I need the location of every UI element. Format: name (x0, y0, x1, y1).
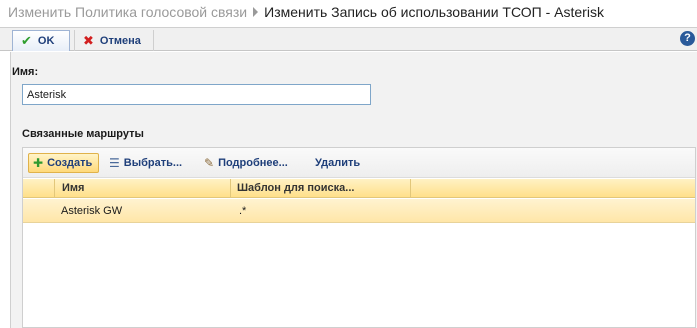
empty-column-header (410, 179, 695, 198)
page-title: Изменить Запись об использовании ТСОП - … (264, 4, 604, 20)
table-row[interactable]: Asterisk GW .* (23, 199, 695, 223)
close-icon: ✖ (83, 32, 94, 48)
name-input[interactable] (22, 84, 371, 105)
delete-label: Удалить (315, 157, 361, 169)
plus-icon: ✚ (33, 156, 44, 170)
route-name-cell: Asterisk GW (61, 205, 123, 217)
routes-toolbar: ✚ Создать ☰ Выбрать... ✎ Подробнее... Уд… (23, 148, 695, 178)
column-header-name[interactable]: Имя (54, 179, 230, 198)
details-label: Подробнее... (218, 157, 288, 169)
cancel-button[interactable]: ✖ Отмена (74, 30, 154, 51)
select-list-icon: ☰ (109, 156, 120, 170)
help-icon[interactable]: ? (680, 31, 695, 46)
commit-toolbar: ✔ OK ✖ Отмена ? (0, 27, 697, 51)
select-label: Выбрать... (123, 157, 183, 169)
delete-route-button[interactable]: Удалить (315, 153, 360, 173)
breadcrumb: Изменить Политика голосовой связи Измени… (8, 0, 604, 24)
create-route-button[interactable]: ✚ Создать (28, 153, 100, 173)
select-route-button[interactable]: ☰ Выбрать... (109, 153, 182, 173)
breadcrumb-separator-icon (253, 7, 259, 17)
column-header-pattern[interactable]: Шаблон для поиска... (230, 179, 410, 198)
cancel-label: Отмена (99, 34, 141, 47)
route-pattern-cell: .* (239, 205, 247, 217)
breadcrumb-parent-link[interactable]: Изменить Политика голосовой связи (8, 4, 247, 20)
create-label: Создать (47, 157, 93, 169)
details-route-button[interactable]: ✎ Подробнее... (204, 153, 288, 173)
ok-button[interactable]: ✔ OK (12, 30, 70, 51)
routes-table-header: Имя Шаблон для поиска... (23, 179, 695, 198)
ok-label: OK (37, 35, 55, 47)
routes-grid: ✚ Создать ☰ Выбрать... ✎ Подробнее... Уд… (22, 147, 696, 328)
associated-routes-label: Связанные маршруты (22, 128, 144, 140)
select-column-header[interactable] (23, 179, 54, 198)
checkmark-icon: ✔ (21, 33, 32, 48)
pencil-icon: ✎ (204, 156, 215, 170)
name-label: Имя: (12, 66, 39, 78)
